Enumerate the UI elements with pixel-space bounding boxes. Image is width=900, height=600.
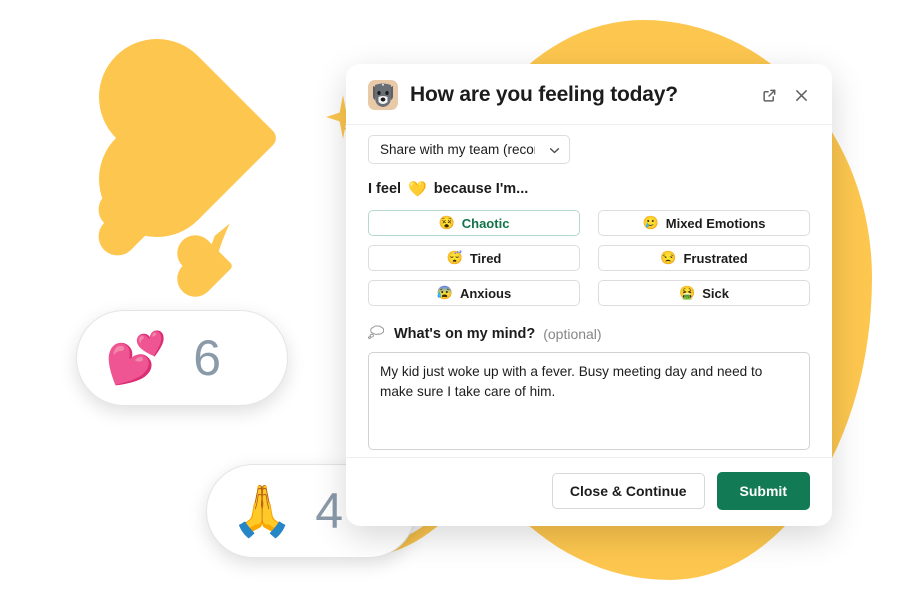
feeling-prompt-prefix: I feel [368,181,402,197]
reaction-pill-hearts[interactable]: 💕 6 [76,310,288,406]
feeling-prompt-suffix: because I'm... [433,181,529,197]
decorative-heart-large [115,55,281,221]
unamused-face-icon: 😒 [660,250,677,265]
mood-option-sick[interactable]: 🤮 Sick [598,280,810,306]
close-icon[interactable] [788,82,814,108]
modal-header: How are you feeling today? [346,64,832,125]
thought-bubble-icon [367,324,386,343]
chevron-down-icon [549,142,560,157]
mood-option-label: Sick [702,285,729,301]
mood-option-label: Anxious [459,285,512,301]
page-title: How are you feeling today? [410,83,678,106]
mood-option-label: Tired [469,250,502,266]
two-hearts-icon: 💕 [105,330,168,386]
holding-back-tears-face-icon: 🥲 [642,215,659,230]
mood-option-label: Chaotic [461,215,510,231]
reaction-count: 4 [315,483,344,539]
note-label: What's on my mind? [394,325,536,342]
mood-option-label: Mixed Emotions [665,215,766,231]
anxious-face-with-sweat-icon: 😰 [436,285,453,300]
feeling-prompt: I feel 💛 because I'm... [368,180,810,198]
decorative-heart-small-left [104,196,158,250]
note-textarea[interactable] [368,352,810,450]
mood-option-chaotic[interactable]: 😵 Chaotic [368,210,580,236]
mood-option-label: Frustrated [683,250,748,266]
mood-option-frustrated[interactable]: 😒 Frustrated [598,245,810,271]
illustration-canvas: 💕 6 🙏 4 How are you feeling today? Share… [0,0,900,600]
face-with-thermometer-icon: 🤮 [679,285,696,300]
share-visibility-select[interactable]: Share with my team (recommend [368,135,570,164]
mood-option-tired[interactable]: 😴 Tired [368,245,580,271]
feeling-check-in-modal: How are you feeling today? Share with my… [346,64,832,526]
share-visibility-value: Share with my team (recommend [380,142,535,157]
mood-option-mixed-emotions[interactable]: 🥲 Mixed Emotions [598,210,810,236]
praying-hands-icon: 🙏 [231,483,294,539]
yellow-heart-icon: 💛 [408,181,427,198]
decorative-heart-small-right [182,240,234,292]
modal-body: Share with my team (recommend I feel 💛 b… [346,125,832,457]
dizzy-face-icon: 😵 [438,215,455,230]
close-and-continue-button[interactable]: Close & Continue [551,473,705,509]
external-link-icon[interactable] [756,82,782,108]
submit-button[interactable]: Submit [716,472,810,510]
share-visibility-row: Share with my team (recommend [368,135,810,164]
note-optional-text: (optional) [543,325,602,342]
mood-option-anxious[interactable]: 😰 Anxious [368,280,580,306]
mood-options-grid: 😵 Chaotic 🥲 Mixed Emotions 😴 Tired 😒 Fru… [368,210,810,306]
reaction-count: 6 [193,330,222,386]
avatar [368,80,398,110]
modal-footer: Close & Continue Submit [346,457,832,526]
sleeping-face-icon: 😴 [446,250,463,265]
note-label-row: What's on my mind? (optional) [367,324,810,343]
